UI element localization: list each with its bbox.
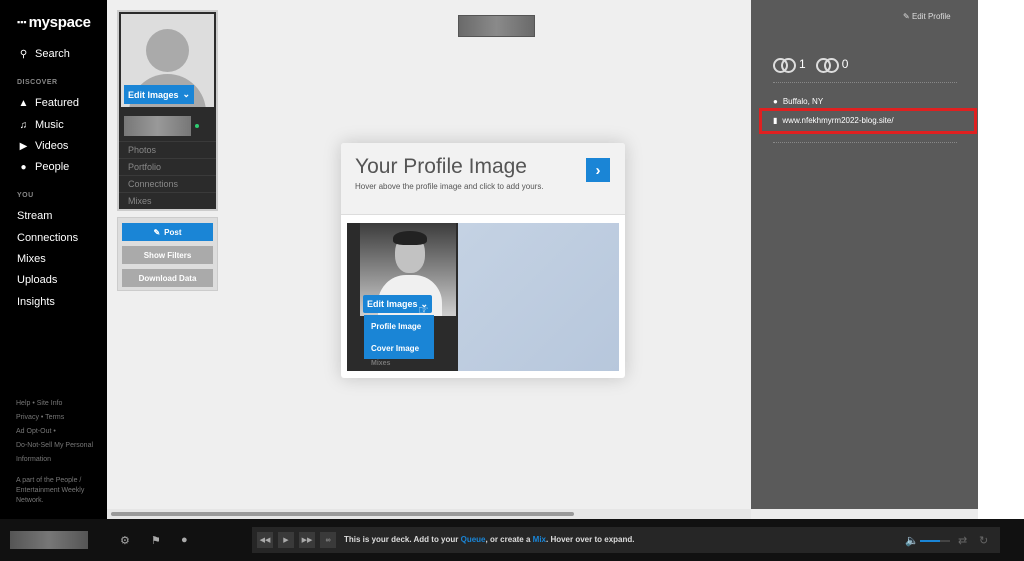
location-info: ● Buffalo, NY [773, 97, 824, 106]
shuffle-icon[interactable]: ⇄ [958, 534, 967, 547]
chevron-right-icon: › [595, 161, 601, 179]
card-link-connections[interactable]: Connections [119, 175, 216, 192]
music-note-icon: ♫ [19, 119, 28, 131]
card-link-portfolio[interactable]: Portfolio [119, 158, 216, 175]
footer-links: Help • Site Info Privacy • Terms Ad Opt-… [16, 400, 94, 463]
search-nav[interactable]: ⚲ Search [17, 48, 70, 60]
show-filters-button[interactable]: Show Filters [122, 246, 213, 264]
connection-rings-icon [815, 58, 839, 73]
profile-card: Edit Images ⌄ Photos Portfolio Connection… [117, 10, 218, 211]
fast-forward-icon[interactable]: ▶▶ [299, 532, 315, 548]
deck-bar: ⚙ ⚑ ● ◀◀ ▶ ▶▶ ∞ This is your deck. Add t… [0, 519, 1024, 561]
nav-insights[interactable]: Insights [17, 296, 55, 308]
next-button[interactable]: › [586, 158, 610, 182]
post-button[interactable]: ✎ Post [122, 223, 213, 241]
terms-link[interactable]: Terms [45, 414, 64, 421]
modal-header: Your Profile Image Hover above the profi… [341, 143, 625, 215]
search-icon: ⚲ [19, 48, 28, 60]
main-canvas: Edit Images ⌄ Photos Portfolio Connection… [107, 0, 751, 519]
demo-cover-image-option: Cover Image [364, 337, 434, 359]
divider [773, 82, 957, 83]
website-highlight-box [759, 108, 977, 134]
nav-uploads[interactable]: Uploads [17, 274, 57, 286]
repeat-icon[interactable]: ↻ [979, 534, 988, 547]
nav-people[interactable]: ● People [17, 161, 69, 173]
scrollbar-thumb[interactable] [111, 512, 574, 516]
action-box: ✎ Post Show Filters Download Data [117, 217, 218, 291]
nav-stream[interactable]: Stream [17, 210, 52, 222]
connection-rings-icon [773, 58, 796, 73]
help-link[interactable]: Help [16, 400, 30, 407]
ad-opt-out-link[interactable]: Ad Opt-Out [16, 428, 51, 435]
edit-images-button[interactable]: Edit Images ⌄ [124, 85, 194, 104]
queue-link[interactable]: Queue [461, 535, 486, 544]
chevron-down-icon: ⌄ [182, 89, 191, 99]
connection-stats: 1 0 [773, 57, 848, 73]
hand-cursor-icon: ☞ [418, 303, 429, 317]
modal-description: Hover above the profile image and click … [355, 182, 544, 191]
privacy-link[interactable]: Privacy [16, 414, 39, 421]
chat-icon[interactable]: ● [181, 534, 188, 546]
deck-message: This is your deck. Add to your Queue, or… [344, 535, 635, 544]
volume-slider[interactable] [920, 540, 950, 542]
flame-icon: ▲ [18, 97, 29, 109]
modal-title: Your Profile Image [355, 155, 527, 178]
divider [773, 142, 957, 143]
network-note: A part of the People / Entertainment Wee… [16, 477, 85, 504]
demo-mixes-label: Mixes [371, 360, 391, 367]
demo-photo-hair [393, 231, 427, 245]
mix-link[interactable]: Mix [533, 535, 546, 544]
horizontal-scrollbar[interactable] [107, 509, 751, 519]
nav-videos[interactable]: ▶ Videos [17, 140, 69, 152]
video-icon: ▶ [19, 140, 28, 152]
demo-profile-card: Edit Images ⌄ Profile Image Cover Image M… [347, 223, 458, 371]
nav-featured[interactable]: ▲ Featured [17, 97, 79, 109]
you-heading: YOU [17, 192, 34, 199]
sidebar: ▪▪▪ myspace ⚲ Search DISCOVER ▲ Featured ♫ M… [0, 0, 107, 519]
people-icon: ● [20, 161, 27, 173]
card-link-mixes[interactable]: Mixes [119, 192, 216, 209]
connections-out-stat[interactable]: 0 [815, 57, 848, 73]
discover-heading: DISCOVER [17, 79, 58, 86]
online-status-dot [195, 124, 199, 128]
card-link-photos[interactable]: Photos [119, 141, 216, 158]
connections-in-stat[interactable]: 1 [773, 57, 806, 73]
demo-profile-image-option: Profile Image [364, 315, 434, 337]
avatar-head [146, 29, 189, 72]
play-icon[interactable]: ▶ [278, 532, 294, 548]
flag-icon[interactable]: ⚑ [151, 534, 161, 547]
volume-icon[interactable]: 🔈 [905, 534, 919, 547]
nav-mixes[interactable]: Mixes [17, 253, 46, 265]
blurred-name-banner [458, 15, 535, 37]
pencil-icon: ✎ [903, 12, 910, 21]
gear-icon[interactable]: ⚙ [120, 534, 130, 547]
compose-icon: ✎ [153, 227, 161, 237]
nav-connections[interactable]: Connections [17, 232, 78, 244]
blurred-deck-user [10, 531, 88, 549]
profile-info-panel: ✎ Edit Profile 1 0 ● Buffalo, NY ▮ www.nfe… [751, 0, 978, 509]
blurred-username [124, 116, 191, 136]
volume-level [920, 540, 940, 542]
nav-music[interactable]: ♫ Music [17, 119, 64, 131]
connect-icon[interactable]: ∞ [320, 532, 336, 548]
site-info-link[interactable]: Site Info [37, 400, 63, 407]
do-not-sell-link[interactable]: Do-Not-Sell My Personal Information [16, 442, 93, 463]
myspace-logo[interactable]: ▪▪▪ myspace [17, 14, 91, 31]
demo-illustration: Edit Images ⌄ Profile Image Cover Image M… [347, 223, 619, 371]
download-data-button[interactable]: Download Data [122, 269, 213, 287]
map-pin-icon: ● [773, 97, 778, 106]
profile-image-modal: Your Profile Image Hover above the profi… [341, 143, 625, 378]
edit-profile-link[interactable]: ✎ Edit Profile [903, 12, 951, 21]
avatar[interactable]: Edit Images ⌄ [121, 14, 214, 107]
rewind-icon[interactable]: ◀◀ [257, 532, 273, 548]
right-edge-area [978, 0, 1024, 519]
